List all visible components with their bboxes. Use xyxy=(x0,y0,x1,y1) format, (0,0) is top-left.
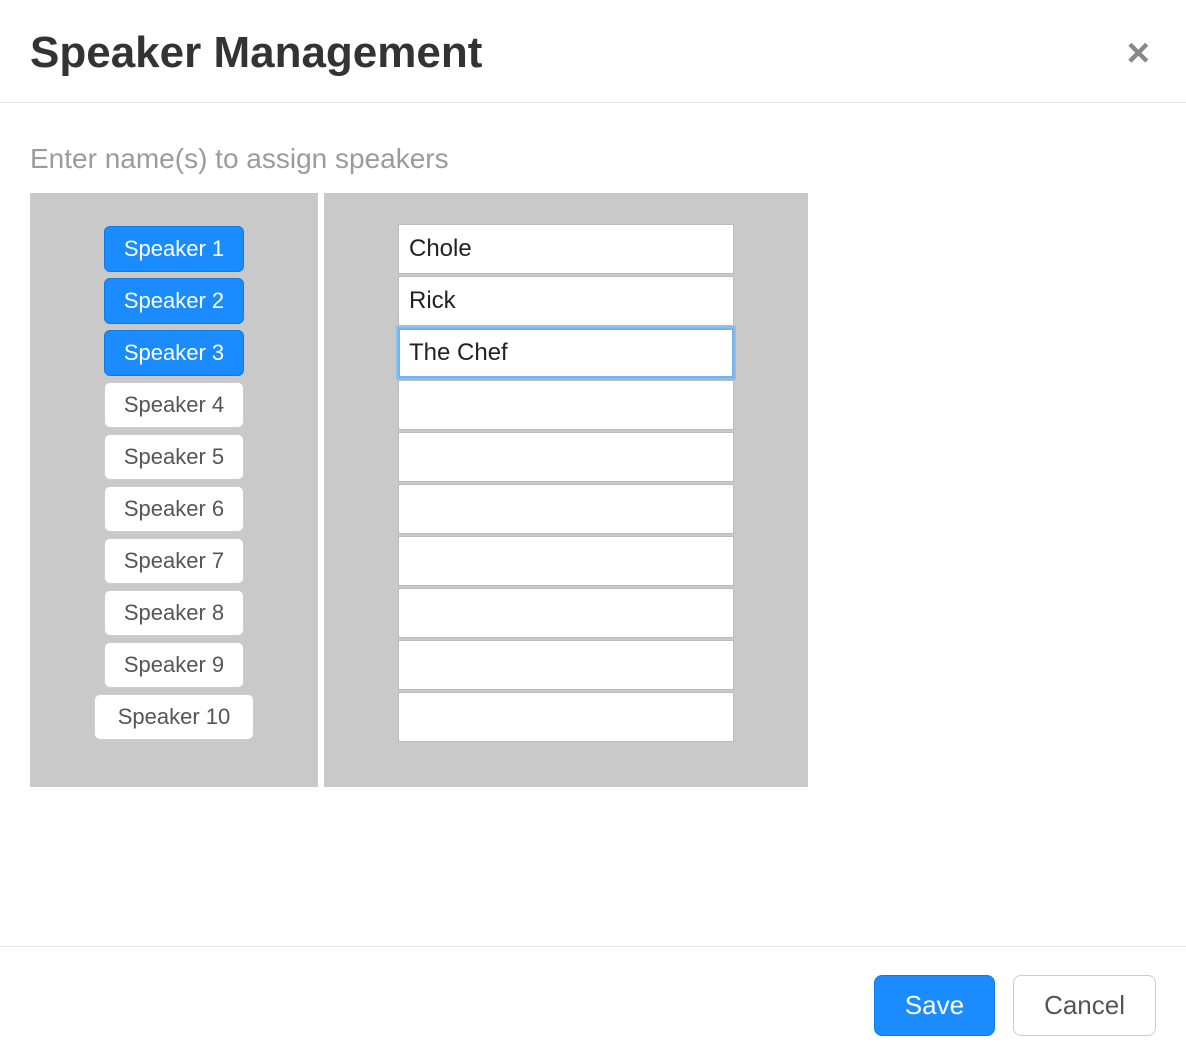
speaker-management-modal: Speaker Management × Enter name(s) to as… xyxy=(0,0,1186,1064)
speaker-button-6[interactable]: Speaker 6 xyxy=(104,486,244,532)
close-button[interactable]: × xyxy=(1121,33,1156,73)
speaker-name-input-10[interactable] xyxy=(398,692,734,742)
panels-container: Speaker 1 Speaker 2 Speaker 3 Speaker 4 Spea… xyxy=(30,193,1156,787)
speaker-button-10[interactable]: Speaker 10 xyxy=(94,694,254,740)
speaker-button-8[interactable]: Speaker 8 xyxy=(104,590,244,636)
speaker-names-panel xyxy=(324,193,808,787)
speaker-buttons-panel: Speaker 1 Speaker 2 Speaker 3 Speaker 4 Spea… xyxy=(30,193,318,787)
modal-title: Speaker Management xyxy=(30,28,482,78)
close-icon: × xyxy=(1127,31,1150,75)
speaker-name-input-7[interactable] xyxy=(398,536,734,586)
speaker-name-input-2[interactable] xyxy=(398,276,734,326)
cancel-button[interactable]: Cancel xyxy=(1013,975,1156,1036)
modal-header: Speaker Management × xyxy=(0,0,1186,103)
speaker-name-input-3[interactable] xyxy=(398,328,734,378)
instructions-text: Enter name(s) to assign speakers xyxy=(30,143,1156,175)
speaker-button-2[interactable]: Speaker 2 xyxy=(104,278,244,324)
speaker-name-input-8[interactable] xyxy=(398,588,734,638)
speaker-name-input-9[interactable] xyxy=(398,640,734,690)
speaker-name-input-4[interactable] xyxy=(398,380,734,430)
modal-footer: Save Cancel xyxy=(0,946,1186,1064)
speaker-button-5[interactable]: Speaker 5 xyxy=(104,434,244,480)
speaker-button-7[interactable]: Speaker 7 xyxy=(104,538,244,584)
save-button[interactable]: Save xyxy=(874,975,995,1036)
speaker-button-4[interactable]: Speaker 4 xyxy=(104,382,244,428)
speaker-name-input-6[interactable] xyxy=(398,484,734,534)
speaker-button-9[interactable]: Speaker 9 xyxy=(104,642,244,688)
speaker-name-input-1[interactable] xyxy=(398,224,734,274)
speaker-button-1[interactable]: Speaker 1 xyxy=(104,226,244,272)
speaker-button-3[interactable]: Speaker 3 xyxy=(104,330,244,376)
speaker-name-input-5[interactable] xyxy=(398,432,734,482)
modal-body: Enter name(s) to assign speakers Speaker… xyxy=(0,103,1186,946)
